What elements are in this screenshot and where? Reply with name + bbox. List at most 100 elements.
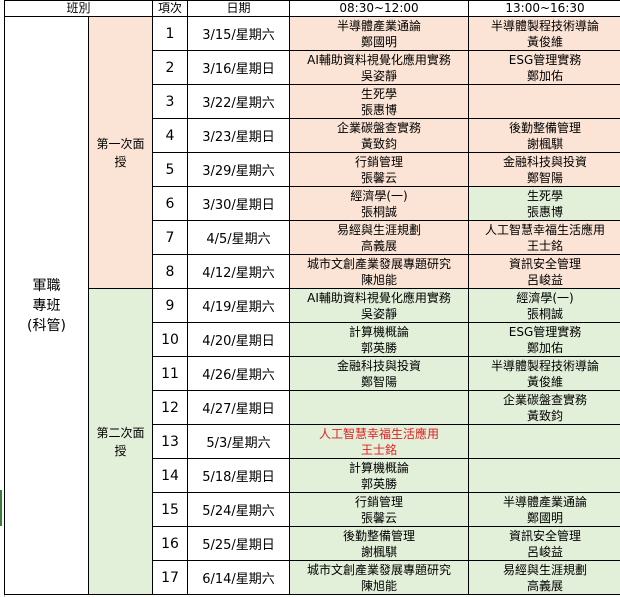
afternoon-session: 金融科技與投資 鄭智陽	[468, 152, 620, 187]
item-number: 1	[152, 16, 189, 51]
teacher-name: 黃致鈞	[527, 408, 564, 423]
date-cell: 4/20/星期日	[187, 322, 291, 357]
schedule-table: 班別 項次 日期 08:30~12:00 13:00~16:30 軍職 專班 (科管…	[3, 0, 620, 595]
teacher-name: 鄭加佑	[527, 68, 564, 83]
date-cell: 3/16/星期日	[187, 50, 291, 85]
morning-session: 生死學 張惠博	[289, 84, 470, 119]
course-name: ESG管理實務	[508, 324, 582, 339]
morning-session: 城市文創產業發展專題研究 陳旭能	[289, 254, 470, 289]
afternoon-session: 經濟學(一) 張桐誠	[468, 288, 620, 323]
morning-session	[289, 390, 470, 425]
course-name: 生死學	[361, 86, 398, 101]
course-name: 易經與生涯規劃	[337, 222, 422, 237]
afternoon-session: 半導體產業通論 鄭國明	[468, 492, 620, 527]
teacher-name: 張桐誠	[527, 306, 564, 321]
morning-session: 企業碳盤查實務 黃致鈞	[289, 118, 470, 153]
date-cell: 5/18/星期日	[187, 458, 291, 493]
teacher-name: 呂峻益	[527, 544, 564, 559]
morning-session: 行銷管理 張馨云	[289, 492, 470, 527]
date-cell: 4/26/星期六	[187, 356, 291, 391]
item-number: 14	[152, 458, 189, 493]
afternoon-session: 資訊安全管理 呂峻益	[468, 254, 620, 289]
date-cell: 6/14/星期六	[187, 560, 291, 595]
morning-session: 城市文創產業發展專題研究 陳旭能	[289, 560, 470, 595]
course-name: 人工智慧幸福生活應用	[319, 426, 440, 441]
afternoon-session	[468, 424, 620, 459]
phase-label-cell: 第一次面授	[87, 16, 154, 289]
item-number: 6	[152, 186, 189, 221]
course-name: 城市文創產業發展專題研究	[307, 562, 452, 577]
afternoon-session: ESG管理實務 鄭加佑	[468, 50, 620, 85]
course-name: 計算機概論	[349, 324, 410, 339]
item-number: 5	[152, 152, 189, 187]
morning-session: 計算機概論 郭英勝	[289, 458, 470, 493]
course-name: 行銷管理	[355, 494, 404, 509]
item-number: 3	[152, 84, 189, 119]
morning-session: 半導體產業通論 鄭國明	[289, 16, 470, 51]
afternoon-session	[468, 458, 620, 493]
date-cell: 4/5/星期六	[187, 220, 291, 255]
class-name-line: 軍職	[32, 277, 61, 294]
course-name: 半導體製程技術導論	[491, 18, 600, 33]
afternoon-session: 人工智慧幸福生活應用 王士銘	[468, 220, 620, 255]
teacher-name: 張馨云	[361, 170, 398, 185]
course-name: 金融科技與投資	[503, 154, 588, 169]
teacher-name: 郭英勝	[361, 476, 398, 491]
teacher-name: 王士銘	[361, 442, 398, 457]
teacher-name: 陳旭能	[361, 272, 398, 287]
header-afternoon: 13:00~16:30	[468, 0, 620, 17]
item-number: 9	[152, 288, 189, 323]
item-number: 12	[152, 390, 189, 425]
teacher-name: 郭英勝	[361, 340, 398, 355]
selection-marker	[0, 490, 2, 526]
header-class: 班別	[3, 0, 154, 17]
course-name: 行銷管理	[355, 154, 404, 169]
item-number: 16	[152, 526, 189, 561]
item-number: 7	[152, 220, 189, 255]
course-name: 資訊安全管理	[509, 256, 582, 271]
afternoon-session: 後勤整備管理 謝楓騏	[468, 118, 620, 153]
course-name: 後勤整備管理	[343, 528, 416, 543]
teacher-name: 鄭加佑	[527, 340, 564, 355]
header-date: 日期	[187, 0, 291, 17]
course-name: 後勤整備管理	[509, 120, 582, 135]
teacher-name: 張惠博	[361, 102, 398, 117]
course-name: 企業碳盤查實務	[503, 392, 588, 407]
teacher-name: 鄭國明	[361, 34, 398, 49]
teacher-name: 黃俊維	[527, 374, 564, 389]
phase-label-cell: 第二次面授	[87, 288, 154, 595]
teacher-name: 鄭國明	[527, 510, 564, 525]
afternoon-session: 半導體製程技術導論 黃俊維	[468, 356, 620, 391]
course-name: 生死學	[527, 188, 564, 203]
course-name: 易經與生涯規劃	[503, 562, 588, 577]
date-cell: 3/23/星期日	[187, 118, 291, 153]
afternoon-session: 易經與生涯規劃 高義展	[468, 560, 620, 595]
morning-session: AI輔助資料視覺化應用實務 吳姿靜	[289, 50, 470, 85]
afternoon-session: 半導體製程技術導論 黃俊維	[468, 16, 620, 51]
item-number: 4	[152, 118, 189, 153]
header-row: 班別 項次 日期 08:30~12:00 13:00~16:30	[3, 0, 620, 17]
item-number: 13	[152, 424, 189, 459]
morning-session: 人工智慧幸福生活應用 王士銘	[289, 424, 470, 459]
date-cell: 3/15/星期六	[187, 16, 291, 51]
item-number: 10	[152, 322, 189, 357]
course-name: AI輔助資料視覺化應用實務	[307, 52, 451, 67]
afternoon-session: 企業碳盤查實務 黃致鈞	[468, 390, 620, 425]
teacher-name: 鄭智陽	[527, 170, 564, 185]
header-morning: 08:30~12:00	[289, 0, 470, 17]
afternoon-session	[468, 84, 620, 119]
course-name: 半導體製程技術導論	[491, 358, 600, 373]
schedule-body: 軍職 專班 (科管) 第一次面授 1 3/15/星期六 半導體產業通論 鄭國明 半導體製程技術導…	[4, 16, 620, 595]
course-name: 金融科技與投資	[337, 358, 422, 373]
date-cell: 5/24/星期六	[187, 492, 291, 527]
afternoon-session: 資訊安全管理 呂峻益	[468, 526, 620, 561]
course-name: 企業碳盤查實務	[337, 120, 422, 135]
item-number: 15	[152, 492, 189, 527]
date-cell: 3/29/星期六	[187, 152, 291, 187]
table-row: 軍職 專班 (科管) 第一次面授 1 3/15/星期六 半導體產業通論 鄭國明 半導體製程技術導…	[4, 16, 620, 595]
course-name: 人工智慧幸福生活應用	[485, 222, 606, 237]
teacher-name: 黃俊維	[527, 34, 564, 49]
item-number: 11	[152, 356, 189, 391]
teacher-name: 陳旭能	[361, 578, 398, 593]
course-name: 半導體產業通論	[503, 494, 588, 509]
